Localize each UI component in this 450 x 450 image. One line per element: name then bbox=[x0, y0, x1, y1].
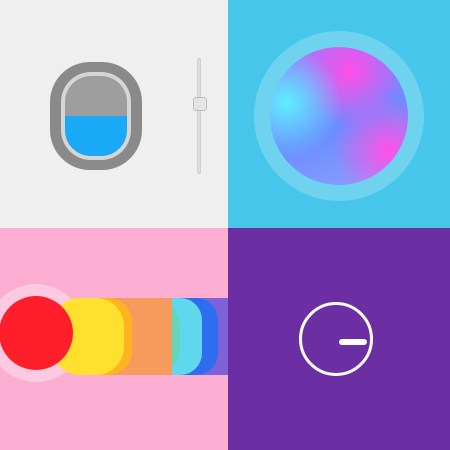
tile-minus-button bbox=[228, 228, 450, 450]
vertical-slider-thumb[interactable] bbox=[193, 96, 207, 111]
window-water-fill bbox=[65, 116, 127, 156]
window-frame bbox=[61, 72, 131, 160]
red-circle-swatch[interactable] bbox=[0, 296, 73, 370]
tile-color-swatches bbox=[0, 228, 228, 450]
minus-circle-button[interactable] bbox=[299, 302, 373, 376]
minus-icon bbox=[339, 339, 367, 345]
color-swatch-strip bbox=[0, 284, 228, 382]
tile-gradient-orb bbox=[228, 0, 450, 228]
gradient-orb[interactable] bbox=[270, 47, 408, 185]
tile-grid bbox=[0, 0, 450, 450]
window-glass bbox=[65, 76, 127, 156]
vertical-slider-track[interactable] bbox=[197, 58, 201, 174]
window-icon bbox=[50, 62, 142, 170]
tile-window-slider bbox=[0, 0, 228, 228]
